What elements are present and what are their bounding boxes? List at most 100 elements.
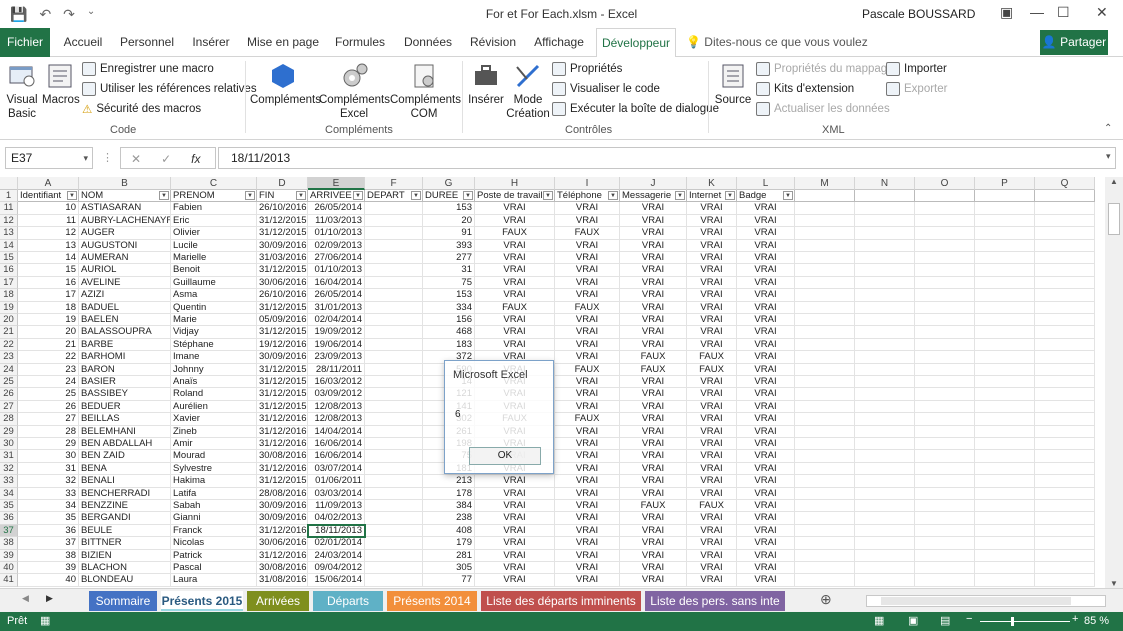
table-cell[interactable]: 31/12/2016 [257, 413, 308, 426]
table-cell[interactable]: 11 [18, 214, 79, 228]
table-cell[interactable]: VRAI [687, 487, 737, 500]
table-cell[interactable]: Roland [171, 388, 257, 401]
table-cell[interactable]: VRAI [475, 475, 555, 488]
table-cell[interactable] [975, 574, 1035, 587]
table-cell[interactable]: BEN ABDALLAH [79, 438, 171, 451]
table-cell[interactable]: VRAI [475, 512, 555, 525]
table-cell[interactable]: VRAI [687, 512, 737, 525]
table-cell[interactable]: FAUX [687, 363, 737, 376]
table-cell[interactable] [1035, 462, 1095, 476]
table-cell[interactable] [1035, 549, 1095, 562]
horizontal-scrollbar[interactable] [866, 595, 1106, 607]
ribbon-display-icon[interactable]: ▣ [1000, 4, 1013, 21]
table-cell[interactable]: BEULE [79, 524, 171, 538]
table-cell[interactable] [1035, 438, 1095, 451]
table-cell[interactable] [915, 524, 975, 538]
table-cell[interactable]: VRAI [555, 549, 620, 562]
table-cell[interactable] [1035, 351, 1095, 364]
table-cell[interactable]: VRAI [687, 549, 737, 562]
table-header-cell[interactable]: Poste de travail ▼ [475, 190, 555, 203]
table-cell[interactable] [855, 462, 915, 476]
table-cell[interactable]: BARBE [79, 338, 171, 352]
table-cell[interactable]: 29 [18, 438, 79, 451]
table-cell[interactable]: Pascal [171, 562, 257, 575]
row-header[interactable]: 13 [0, 227, 18, 240]
table-cell[interactable] [915, 227, 975, 240]
row-header[interactable]: 37 [0, 524, 18, 538]
table-cell[interactable] [795, 376, 855, 389]
table-cell[interactable] [915, 363, 975, 376]
table-cell[interactable] [915, 338, 975, 352]
table-cell[interactable]: VRAI [555, 239, 620, 252]
table-cell[interactable]: VRAI [555, 214, 620, 228]
tell-me-search[interactable]: 💡 Dites-nous ce que vous voulez faire [686, 28, 886, 78]
table-cell[interactable] [795, 425, 855, 438]
table-cell[interactable] [795, 537, 855, 550]
table-cell[interactable] [1035, 388, 1095, 401]
table-cell[interactable]: VRAI [555, 326, 620, 339]
column-header-q[interactable]: Q [1035, 177, 1095, 190]
table-cell[interactable] [975, 537, 1035, 550]
table-cell[interactable]: VRAI [737, 487, 795, 500]
table-cell[interactable]: 24/03/2014 [308, 549, 365, 562]
table-cell[interactable]: VRAI [555, 425, 620, 438]
table-cell[interactable] [365, 562, 423, 575]
table-cell[interactable] [1035, 512, 1095, 525]
table-cell[interactable] [855, 326, 915, 339]
design-mode-button[interactable]: Mode Création [506, 61, 550, 121]
table-cell[interactable]: FAUX [687, 351, 737, 364]
table-cell[interactable]: 31 [423, 264, 475, 277]
table-cell[interactable] [365, 326, 423, 339]
table-cell[interactable]: VRAI [555, 562, 620, 575]
table-cell[interactable]: 01/10/2013 [308, 227, 365, 240]
row-header[interactable]: 17 [0, 276, 18, 290]
table-cell[interactable]: BENA [79, 462, 171, 476]
table-cell[interactable]: VRAI [687, 239, 737, 252]
zoom-slider[interactable] [980, 621, 1070, 622]
table-cell[interactable] [975, 239, 1035, 252]
table-cell[interactable]: 30/09/2016 [257, 512, 308, 525]
table-cell[interactable]: AURIOL [79, 264, 171, 277]
table-cell[interactable]: VRAI [555, 500, 620, 513]
table-cell[interactable]: 30/08/2016 [257, 450, 308, 463]
table-cell[interactable] [975, 363, 1035, 376]
table-cell[interactable]: 31/12/2016 [257, 425, 308, 438]
table-cell[interactable]: 30/06/2016 [257, 537, 308, 550]
table-cell[interactable] [365, 202, 423, 215]
table-cell[interactable] [795, 524, 855, 538]
row-header[interactable]: 32 [0, 462, 18, 476]
table-cell[interactable] [975, 425, 1035, 438]
table-cell[interactable]: VRAI [555, 537, 620, 550]
filter-dropdown-icon[interactable]: ▼ [725, 191, 735, 200]
table-cell[interactable] [365, 301, 423, 314]
macro-record-icon[interactable]: ▦ [40, 614, 50, 627]
table-cell[interactable]: VRAI [687, 202, 737, 215]
table-cell[interactable]: VRAI [737, 400, 795, 414]
table-cell[interactable]: Latifa [171, 487, 257, 500]
table-cell[interactable] [975, 512, 1035, 525]
table-cell[interactable]: 281 [423, 549, 475, 562]
table-cell[interactable]: VRAI [737, 227, 795, 240]
table-cell[interactable] [855, 289, 915, 302]
table-cell[interactable]: VRAI [555, 487, 620, 500]
tab-personnel[interactable]: Personnel [116, 28, 178, 57]
table-cell[interactable]: 31/12/2016 [257, 549, 308, 562]
table-cell[interactable] [1035, 202, 1095, 215]
table-cell[interactable]: VRAI [620, 264, 687, 277]
table-cell[interactable]: 26/10/2016 [257, 202, 308, 215]
share-button[interactable]: 👤 Partager [1040, 30, 1108, 55]
table-cell[interactable]: VRAI [475, 239, 555, 252]
zoom-in-icon[interactable]: + [1072, 613, 1078, 625]
zoom-level[interactable]: 85 % [1084, 615, 1109, 627]
table-cell[interactable] [915, 462, 975, 476]
row-header[interactable]: 30 [0, 438, 18, 451]
table-cell[interactable] [915, 301, 975, 314]
table-cell[interactable] [855, 264, 915, 277]
table-cell[interactable]: 19/12/2016 [257, 338, 308, 352]
table-cell[interactable]: Johnny [171, 363, 257, 376]
table-cell[interactable] [795, 326, 855, 339]
table-cell[interactable] [975, 252, 1035, 265]
table-cell[interactable] [365, 363, 423, 376]
column-header-n[interactable]: N [855, 177, 915, 190]
table-cell[interactable]: VRAI [620, 512, 687, 525]
